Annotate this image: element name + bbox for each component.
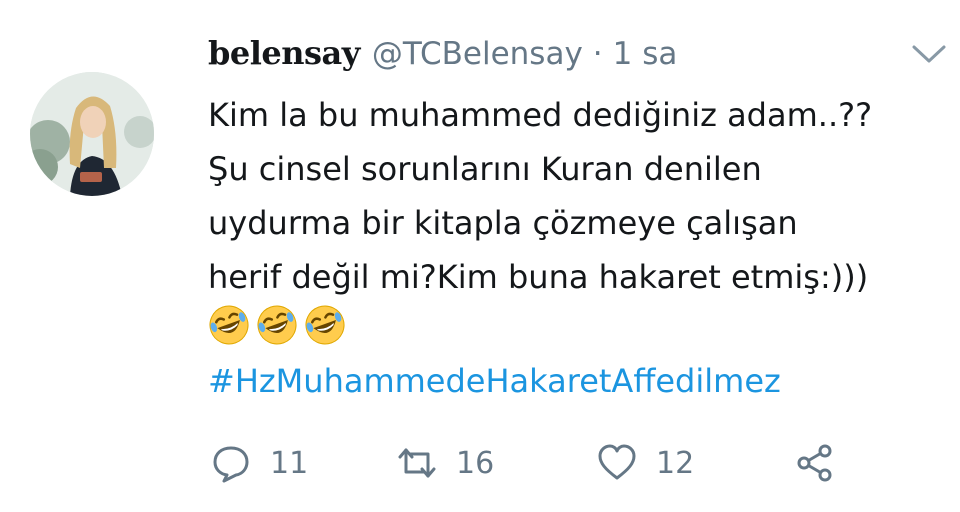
tweet-card[interactable]: belensay @TCBelensay · 1 sa Kim la bu mu… [0,0,960,512]
user-handle[interactable]: @TCBelensay [372,36,583,72]
retweet-icon [398,448,436,478]
like-button[interactable]: 12 [596,438,694,488]
rolling-on-floor-laughing-icon [257,305,297,345]
display-name[interactable]: belensay [208,34,360,72]
chevron-down-icon[interactable] [908,40,950,68]
reply-button[interactable]: 11 [210,438,308,488]
timestamp[interactable]: 1 sa [613,36,678,72]
reply-icon [213,446,249,483]
tweet-text-line: Kim la bu muhammed dediğiniz adam..?? [208,96,873,134]
rolling-on-floor-laughing-icon [305,305,345,345]
hashtag-link[interactable]: #HzMuhammedeHakaretAffedilmez [208,354,781,408]
action-bar: 11 16 12 [210,438,850,488]
tweet-header: belensay @TCBelensay · 1 sa [208,34,677,82]
like-count: 12 [656,445,695,481]
share-button[interactable] [794,438,836,488]
avatar-photo [30,72,154,196]
tweet-text: Kim la bu muhammed dediğiniz adam..?? Şu… [208,88,948,304]
retweet-count: 16 [456,445,495,481]
tweet-text-line: uydurma bir kitapla çözmeye çalışan [208,204,798,242]
tweet-text-line: Şu cinsel sorunlarını Kuran denilen [208,150,762,188]
heart-icon [598,444,636,480]
tweet-text-line: herif değil mi?Kim buna hakaret etmiş:))… [208,258,869,296]
emoji-row [208,304,346,346]
reply-count: 11 [270,445,309,481]
separator-dot: · [592,36,603,72]
rolling-on-floor-laughing-icon [209,305,249,345]
retweet-button[interactable]: 16 [396,438,494,488]
share-icon [797,444,832,482]
avatar[interactable] [30,72,154,196]
